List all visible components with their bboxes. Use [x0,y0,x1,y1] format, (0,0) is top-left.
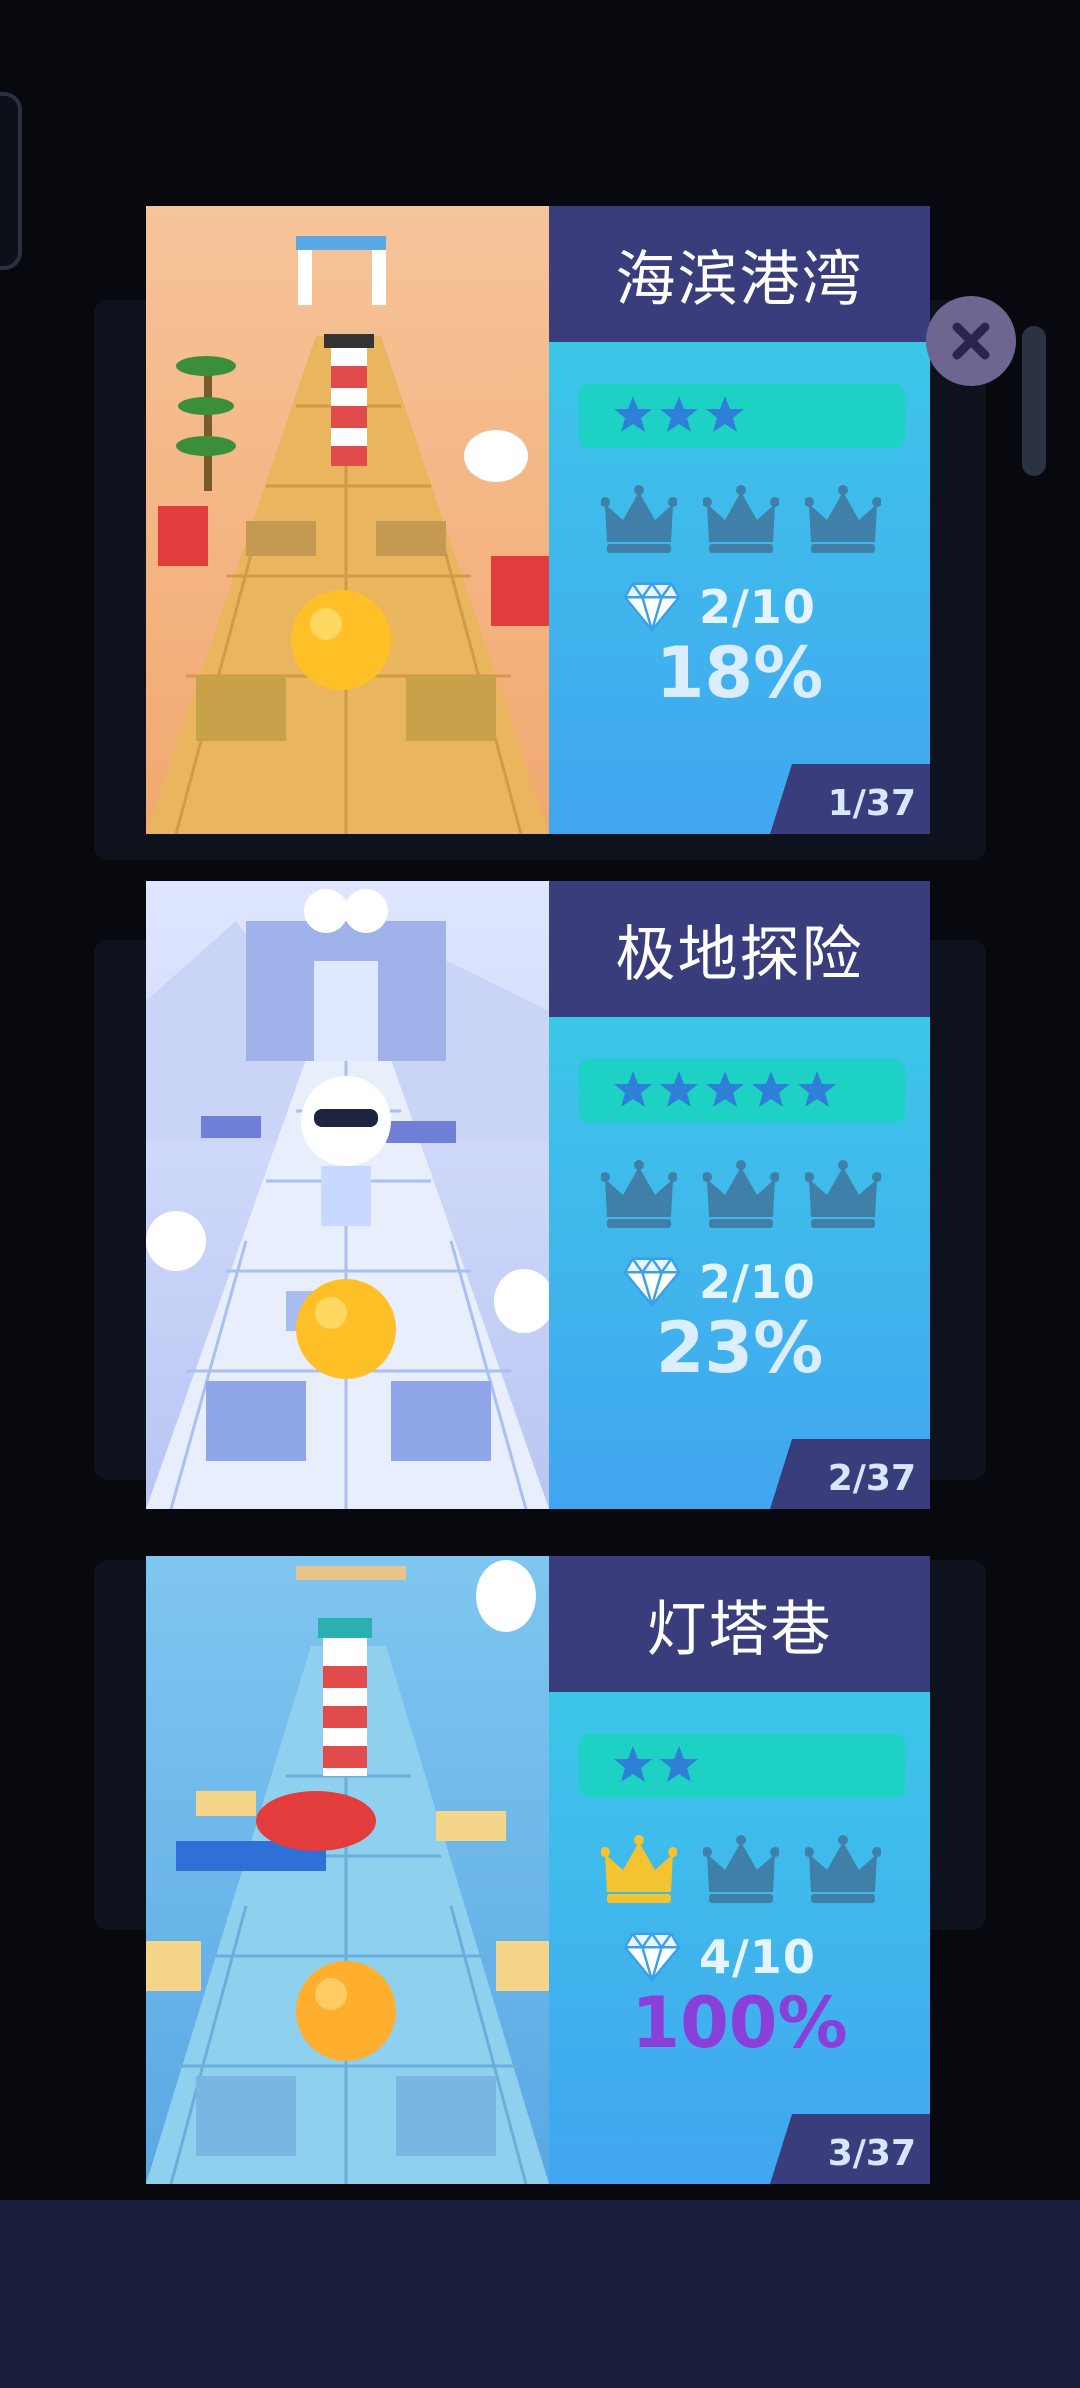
side-tab[interactable] [0,92,22,270]
page-number: 1/37 [827,783,916,824]
crown-icon [600,1157,678,1237]
star-icon [797,1069,837,1113]
page-number: 3/37 [827,2133,916,2174]
scroll-indicator[interactable] [1022,326,1046,476]
level-thumbnail-polar [146,881,549,1509]
star-rating [579,384,905,448]
crown-progress [600,1157,882,1237]
star-rating [579,1059,905,1123]
gem-count: 2/10 [699,1255,816,1309]
crown-icon [804,482,882,562]
completion-percent: 23% [655,1307,824,1389]
crown-icon [804,1832,882,1912]
diamond-icon [623,576,681,638]
level-title: 极地探险 [615,919,864,990]
star-icon [613,1069,653,1113]
level-card-2[interactable]: 极地探险 2/10 23% 2/37 [146,881,930,1509]
level-card-1[interactable]: 海滨港湾 2/10 18% 1/37 [146,206,930,834]
close-icon [952,322,990,360]
level-title-bar: 海滨港湾 [549,206,930,342]
gem-count: 4/10 [699,1930,816,1984]
crown-icon [600,482,678,562]
crown-icon [702,1832,780,1912]
star-icon [659,1744,699,1788]
page-indicator: 3/37 [770,2114,930,2184]
crown-icon [804,1157,882,1237]
completion-percent: 18% [655,632,824,714]
level-info-panel: 极地探险 2/10 23% 2/37 [549,881,930,1509]
level-card-3[interactable]: 灯塔巷 4/10 100% 3/37 [146,1556,930,2184]
page-number: 2/37 [827,1458,916,1499]
level-title: 灯塔巷 [646,1594,833,1665]
diamond-icon [623,1251,681,1313]
star-rating [579,1734,905,1798]
page-indicator: 2/37 [770,1439,930,1509]
page-indicator: 1/37 [770,764,930,834]
crown-icon [600,1832,678,1912]
level-title: 海滨港湾 [615,244,864,315]
level-info-panel: 灯塔巷 4/10 100% 3/37 [549,1556,930,2184]
level-thumbnail-lighthouse [146,1556,549,2184]
crown-progress [600,482,882,562]
level-title-bar: 极地探险 [549,881,930,1017]
gem-count: 2/10 [699,580,816,634]
close-button[interactable] [926,296,1016,386]
star-icon [613,1744,653,1788]
level-thumbnail-beach [146,206,549,834]
bottom-bar [0,2200,1080,2388]
star-icon [613,394,653,438]
star-icon [659,1069,699,1113]
crown-progress [600,1832,882,1912]
diamond-icon [623,1926,681,1988]
star-icon [705,1069,745,1113]
crown-icon [702,482,780,562]
star-icon [659,394,699,438]
crown-icon [702,1157,780,1237]
star-icon [705,394,745,438]
level-title-bar: 灯塔巷 [549,1556,930,1692]
star-icon [751,1069,791,1113]
completion-percent: 100% [631,1982,848,2064]
level-info-panel: 海滨港湾 2/10 18% 1/37 [549,206,930,834]
